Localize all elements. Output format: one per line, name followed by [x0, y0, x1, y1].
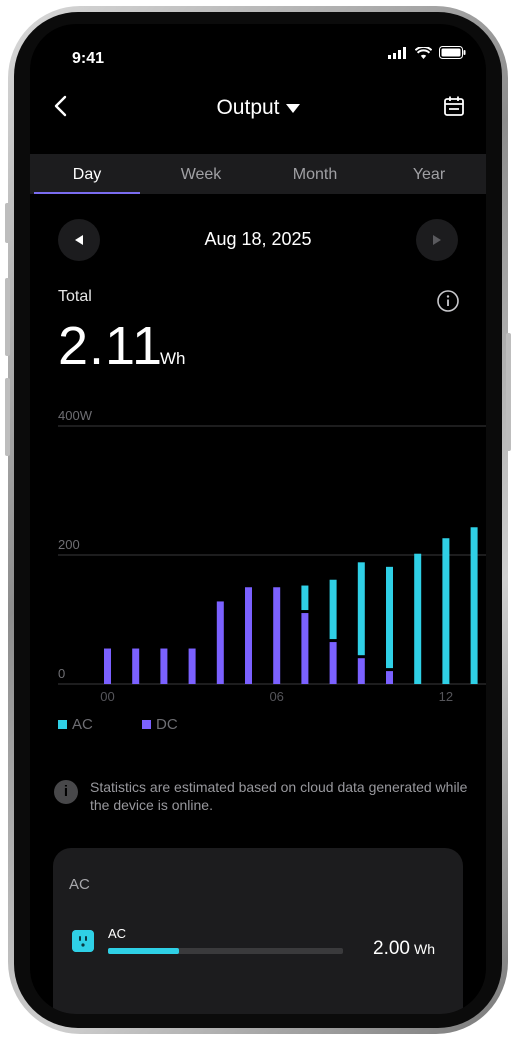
legend-dc: DC: [142, 716, 178, 733]
x-tick-label: 06: [269, 689, 283, 704]
dc-bar: [357, 658, 365, 684]
dc-bar: [273, 587, 281, 684]
dc-bar: [329, 642, 337, 684]
ac-bar: [329, 579, 337, 640]
info-icon: i: [54, 780, 78, 804]
ac-value-unit: Wh: [414, 941, 435, 957]
output-dropdown[interactable]: Output: [30, 96, 486, 120]
battery-icon: [439, 46, 466, 59]
next-day-button[interactable]: [416, 219, 458, 261]
dc-bar: [132, 648, 140, 684]
volume-down-button: [5, 378, 10, 456]
tab-day[interactable]: Day: [30, 154, 144, 194]
y-tick-label: 400W: [58, 408, 93, 423]
ac-bar: [301, 585, 309, 611]
ac-bar: [414, 553, 422, 684]
wifi-icon: [415, 46, 432, 59]
dc-bar: [245, 587, 252, 684]
app-screen: 9:41 Output Day Week Month Year Aug 18, …: [30, 24, 486, 1014]
x-tick-label: 12: [439, 689, 453, 704]
tab-month[interactable]: Month: [258, 154, 372, 194]
x-tick-label: 00: [100, 689, 114, 704]
page-title: Output: [216, 96, 280, 119]
caret-down-icon: [285, 103, 300, 113]
dc-bar: [160, 648, 168, 684]
volume-up-button: [5, 278, 10, 356]
calendar-button[interactable]: [442, 94, 466, 118]
tab-year[interactable]: Year: [372, 154, 486, 194]
power-button: [506, 333, 511, 451]
legend-ac: AC: [58, 716, 93, 733]
cellular-signal-icon: [388, 46, 406, 59]
card-title: AC: [69, 876, 90, 893]
ac-item-value: 2.00 Wh: [373, 938, 435, 960]
total-label: Total: [58, 288, 92, 305]
dc-bar: [188, 648, 196, 684]
dc-bar: [216, 601, 224, 684]
mute-switch: [5, 203, 10, 243]
triangle-right-icon: [433, 235, 441, 245]
dc-bar: [386, 671, 393, 684]
ac-bar: [442, 538, 450, 684]
info-button[interactable]: [436, 289, 460, 313]
ac-bar: [386, 566, 393, 669]
y-tick-label: 200: [58, 537, 80, 552]
legend-ac-swatch: [58, 720, 67, 729]
ac-progress-track: [108, 948, 343, 954]
legend-dc-swatch: [142, 720, 151, 729]
ac-bar: [357, 562, 365, 656]
ac-outlet-icon: [72, 930, 94, 952]
estimate-note-text: Statistics are estimated based on cloud …: [90, 779, 468, 813]
ac-value-number: 2.00: [373, 938, 410, 959]
ac-output-card: AC AC 2.00 Wh: [53, 848, 463, 1014]
info-icon: [437, 290, 459, 312]
output-bar-chart: 400W200000 06 12: [58, 408, 486, 704]
calendar-icon: [444, 96, 464, 116]
status-icons: [388, 46, 466, 59]
dc-bar: [104, 648, 111, 684]
ac-item-label: AC: [108, 926, 127, 941]
y-tick-label: 0: [58, 666, 65, 681]
total-value: 2.11: [58, 316, 164, 376]
legend-ac-label: AC: [72, 716, 93, 733]
ac-progress-fill: [108, 948, 179, 954]
legend-dc-label: DC: [156, 716, 178, 733]
status-time: 9:41: [72, 50, 105, 67]
period-tabs: Day Week Month Year: [30, 154, 486, 194]
ac-bar: [470, 527, 478, 684]
total-unit: Wh: [160, 349, 186, 368]
dc-bar: [301, 613, 309, 684]
tab-week[interactable]: Week: [144, 154, 258, 194]
